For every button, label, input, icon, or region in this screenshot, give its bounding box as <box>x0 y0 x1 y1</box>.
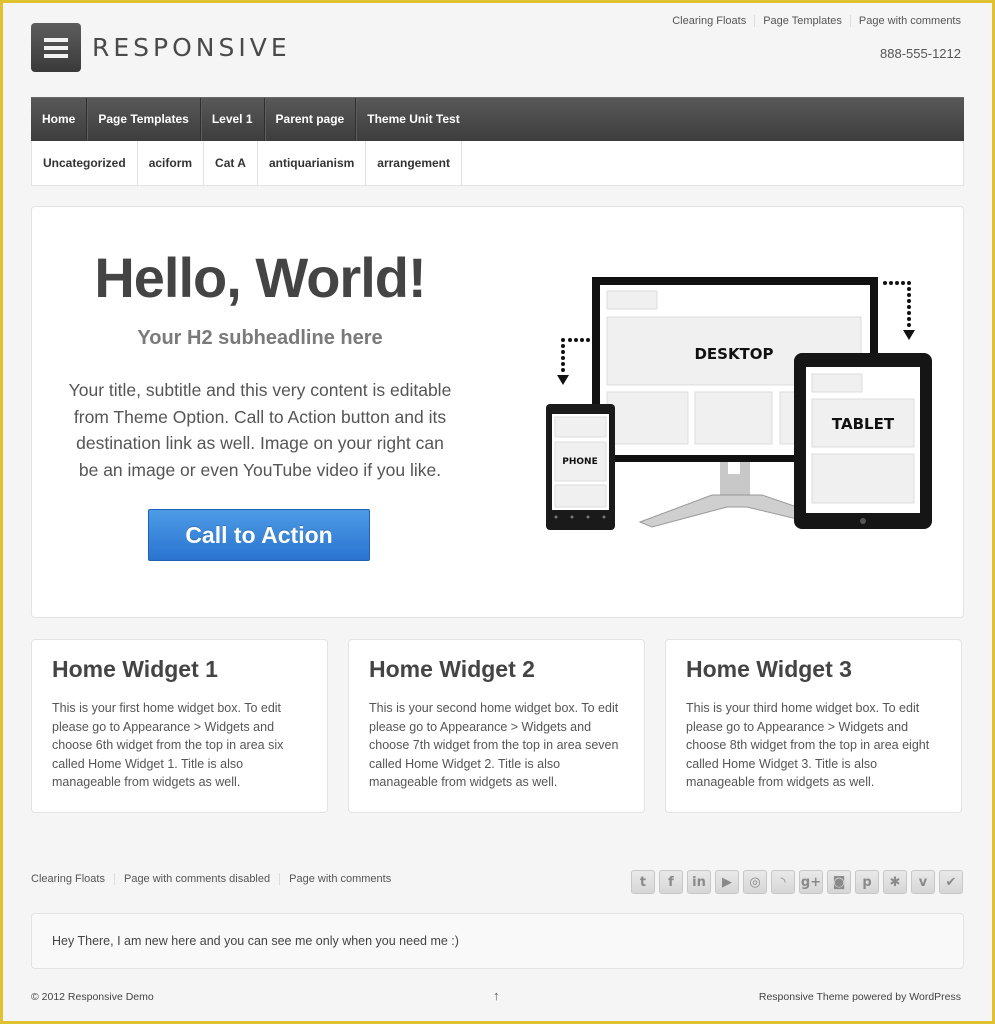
social-icons: t f in ▶ ◎ ◝ g+ ◙ p ✱ v ✔ <box>631 870 963 894</box>
sub-nav-item-aciform[interactable]: aciform <box>138 141 205 185</box>
sub-nav-item-arrangement[interactable]: arrangement <box>366 141 462 185</box>
widget-text: This is your second home widget box. To … <box>369 701 619 789</box>
colophon-widget: Hey There, I am new here and you can see… <box>31 913 964 969</box>
top-menu-item[interactable]: Page Templates <box>754 15 850 27</box>
responsive-devices-image: DESKTOP TABLET PHONE <box>546 277 932 530</box>
yelp-icon[interactable]: ✱ <box>883 870 907 894</box>
sub-nav-item-antiquarianism[interactable]: antiquarianism <box>258 141 367 185</box>
footer-menu-item[interactable]: Page with comments disabled <box>113 873 279 885</box>
phone-number: 888-555-1212 <box>880 46 961 61</box>
top-menu-item[interactable]: Clearing Floats <box>664 15 754 27</box>
featured-subtitle: Your H2 subheadline here <box>137 327 383 349</box>
vimeo-icon[interactable]: v <box>911 870 935 894</box>
page: RESPONSIVE Clearing Floats Page Template… <box>3 3 992 1021</box>
rss-icon[interactable]: ◝ <box>771 870 795 894</box>
site-logo[interactable]: RESPONSIVE <box>31 23 291 72</box>
site-name: RESPONSIVE <box>92 33 291 62</box>
featured-title: Hello, World! <box>94 246 426 309</box>
instagram-icon[interactable]: ◙ <box>827 870 851 894</box>
widget-title: Home Widget 3 <box>686 656 852 682</box>
twitter-icon[interactable]: t <box>631 870 655 894</box>
footer-menu: Clearing Floats Page with comments disab… <box>31 873 400 885</box>
nav-item-home[interactable]: Home <box>31 98 88 141</box>
powered-by-link[interactable]: Responsive Theme powered by WordPress <box>759 991 961 1003</box>
home-widget-1: Home Widget 1 This is your first home wi… <box>31 639 328 813</box>
home-widget-2: Home Widget 2 This is your second home w… <box>348 639 645 813</box>
widget-title: Home Widget 2 <box>369 656 535 682</box>
top-menu: Clearing Floats Page Templates Page with… <box>664 15 961 27</box>
phone-illustration: PHONE <box>546 404 615 530</box>
nav-item-parent-page[interactable]: Parent page <box>265 98 357 141</box>
arrow-right-icon <box>883 281 915 340</box>
copyright: © 2012 Responsive Demo <box>31 991 154 1003</box>
scroll-to-top-icon[interactable]: ↑ <box>493 988 500 1003</box>
footer-menu-item[interactable]: Page with comments <box>279 873 400 885</box>
youtube-icon[interactable]: ▶ <box>715 870 739 894</box>
nav-item-page-templates[interactable]: Page Templates <box>87 98 201 141</box>
facebook-icon[interactable]: f <box>659 870 683 894</box>
sub-nav: Uncategorized aciform Cat A antiquariani… <box>31 141 964 186</box>
sub-nav-item-cat-a[interactable]: Cat A <box>204 141 258 185</box>
widget-text: This is your first home widget box. To e… <box>52 701 284 789</box>
tablet-label: TABLET <box>832 415 895 433</box>
widget-title: Home Widget 1 <box>52 656 218 682</box>
pinterest-icon[interactable]: p <box>855 870 879 894</box>
arrow-left-icon <box>557 338 590 385</box>
menu-icon <box>31 23 81 72</box>
linkedin-icon[interactable]: in <box>687 870 711 894</box>
stumbleupon-icon[interactable]: ◎ <box>743 870 767 894</box>
featured-text: Your title, subtitle and this very conte… <box>68 380 452 480</box>
call-to-action-button[interactable]: Call to Action <box>148 509 370 561</box>
main-nav: Home Page Templates Level 1 Parent page … <box>31 97 964 141</box>
footer-menu-item[interactable]: Clearing Floats <box>31 873 114 885</box>
foursquare-icon[interactable]: ✔ <box>939 870 963 894</box>
nav-item-theme-unit-test[interactable]: Theme Unit Test <box>356 98 470 141</box>
desktop-label: DESKTOP <box>694 345 773 363</box>
phone-label: PHONE <box>562 457 597 467</box>
sub-nav-item-uncategorized[interactable]: Uncategorized <box>32 141 138 185</box>
tablet-illustration: TABLET <box>794 353 932 529</box>
featured-section: Hello, World! Your H2 subheadline here Y… <box>31 206 964 618</box>
widget-text: This is your third home widget box. To e… <box>686 701 930 789</box>
google-plus-icon[interactable]: g+ <box>799 870 823 894</box>
home-widget-3: Home Widget 3 This is your third home wi… <box>665 639 962 813</box>
nav-item-level-1[interactable]: Level 1 <box>201 98 265 141</box>
top-menu-item[interactable]: Page with comments <box>849 15 961 27</box>
